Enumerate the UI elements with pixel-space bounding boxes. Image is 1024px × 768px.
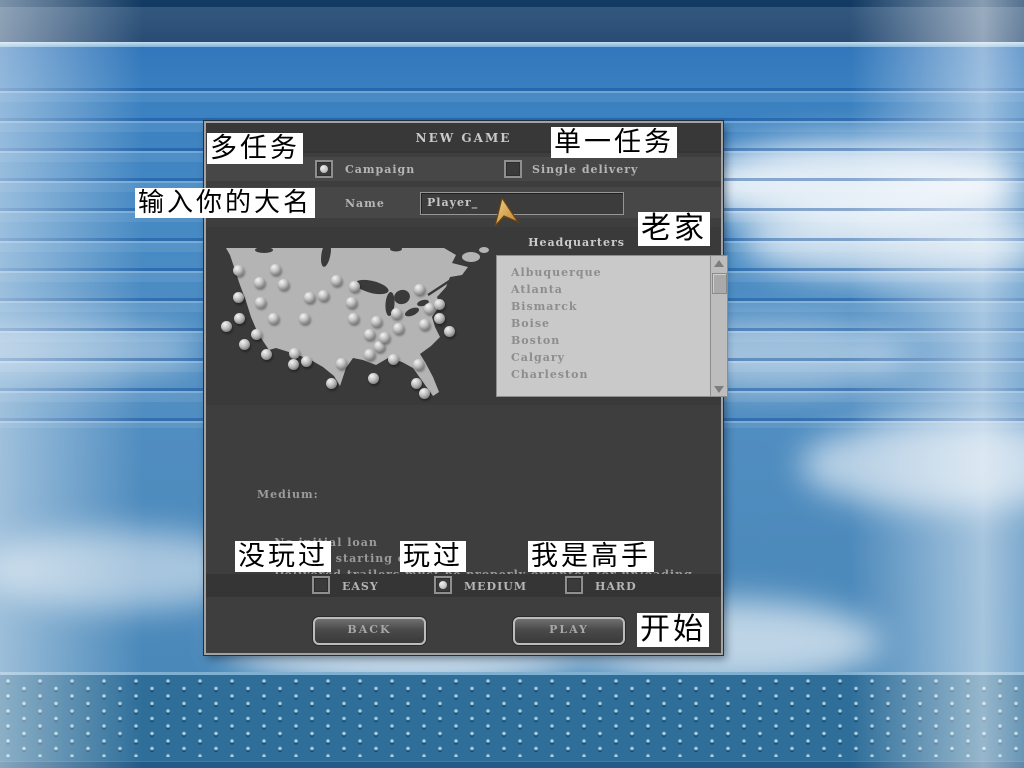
city-dot [318,290,329,301]
city-dot [336,358,347,369]
city-dot [414,284,425,295]
list-item[interactable]: Atlanta [511,283,710,300]
city-dot [371,316,382,327]
city-dot [368,373,379,384]
text-caret: _ [472,196,479,209]
difficulty-description: Medium: - No initial loan - $20,000 star… [257,455,693,583]
list-item[interactable]: Charleston [511,368,710,385]
mouse-cursor-icon [492,198,522,236]
headquarters-list[interactable]: AlbuquerqueAtlantaBismarckBoiseBostonCal… [496,255,710,397]
list-scrollbar[interactable] [710,255,728,397]
city-dot [255,297,266,308]
name-input[interactable]: Player_ [420,192,624,215]
radio-dot [320,165,328,173]
city-dot [419,388,430,399]
list-item[interactable]: Albuquerque [511,266,710,283]
scroll-up-icon[interactable] [711,256,727,270]
city-dot [393,323,404,334]
usa-map [206,245,496,405]
single-delivery-label: Single delivery [532,163,638,176]
difficulty-checkbox-medium[interactable] [434,576,452,594]
game-screen: NEW GAME Campaign Single delivery Name P… [0,0,1024,768]
city-dot [419,319,430,330]
city-dot [234,313,245,324]
name-label: Name [345,197,385,210]
city-dot [379,332,390,343]
city-dot [434,313,445,324]
campaign-radio[interactable] [315,160,333,178]
difficulty-label: HARD [595,580,637,593]
single-delivery-checkbox[interactable] [504,160,522,178]
headquarters-label: Headquarters [528,236,625,249]
city-dot [254,277,265,288]
city-dot [348,313,359,324]
dotted-texture [0,677,1024,757]
campaign-label: Campaign [345,163,415,176]
back-button[interactable]: BACK [313,617,426,645]
difficulty-row: EASY MEDIUM HARD [206,574,721,597]
city-dot [411,378,422,389]
list-item[interactable]: Boise [511,317,710,334]
city-dot [349,281,360,292]
city-dot [233,265,244,276]
name-row: Name Player_ [206,187,721,218]
list-item[interactable]: Boston [511,334,710,351]
play-button[interactable]: PLAY [513,617,625,645]
city-dot [278,279,289,290]
difficulty-checkbox-hard[interactable] [565,576,583,594]
city-dot [364,329,375,340]
scroll-down-icon[interactable] [711,382,727,396]
city-dot [270,264,281,275]
city-dot [233,292,244,303]
dialog-title-bar: NEW GAME [206,123,721,153]
scrollbar-thumb[interactable] [712,273,727,294]
city-dot [391,308,402,319]
dialog-title: NEW GAME [206,123,721,145]
city-dot [388,354,399,365]
city-dot [239,339,250,350]
difficulty-description-line: - $20,000 starting cash [257,551,693,567]
city-dot [444,326,455,337]
city-dot [434,299,445,310]
difficulty-label: EASY [342,580,379,593]
city-dot [299,313,310,324]
city-dot [261,349,272,360]
city-dot [251,329,262,340]
list-item[interactable]: Calgary [511,351,710,368]
new-game-dialog: NEW GAME Campaign Single delivery Name P… [204,121,723,655]
radio-dot [439,581,447,589]
city-dot [288,359,299,370]
city-dot [413,359,424,370]
top-band [0,0,1024,47]
city-dot [326,378,337,389]
difficulty-description-line: - No initial loan [257,535,693,551]
city-dot [301,356,312,367]
bottom-panel [0,672,1024,768]
city-dot [289,348,300,359]
difficulty-description-title: Medium: [257,487,693,503]
city-dot [221,321,232,332]
city-dot [331,275,342,286]
city-dot [268,313,279,324]
city-dot [346,297,357,308]
city-dot [364,349,375,360]
mode-row: Campaign Single delivery [206,157,721,181]
difficulty-label: MEDIUM [464,580,527,593]
difficulty-checkbox-easy[interactable] [312,576,330,594]
city-dots-layer [206,245,496,405]
list-item[interactable]: Bismarck [511,300,710,317]
city-dot [304,292,315,303]
